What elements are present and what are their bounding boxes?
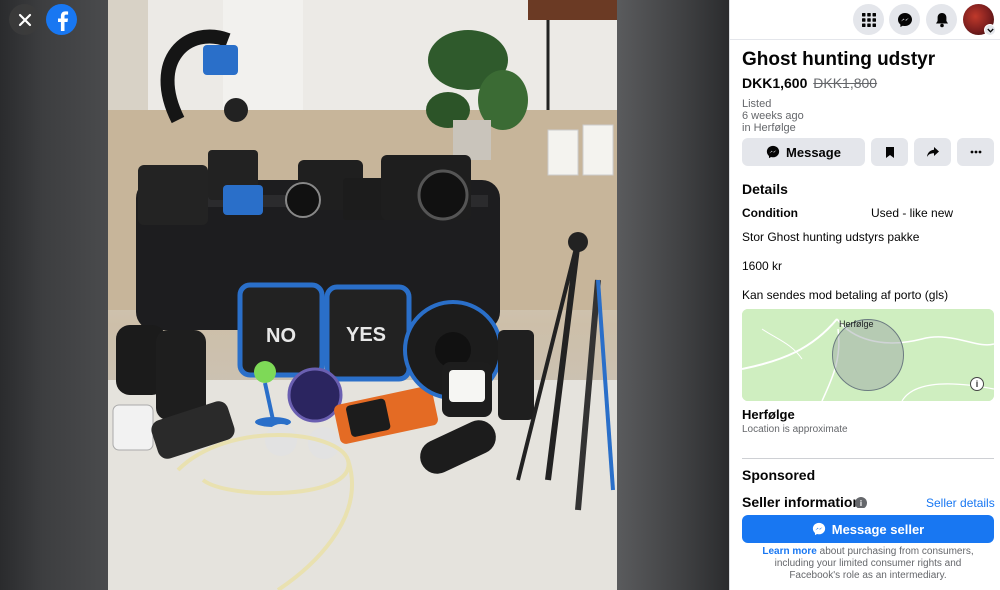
listed-location-link[interactable]: in Herfølge [742, 122, 994, 134]
message-seller-button[interactable]: Message seller [742, 515, 994, 543]
messenger-icon [812, 522, 825, 536]
close-viewer-button[interactable] [9, 4, 40, 35]
price-row: DKK1,600 DKK1,800 [742, 74, 994, 92]
listing-price: DKK1,600 [742, 75, 808, 91]
top-navigation-bar [730, 0, 1000, 40]
messenger-icon [897, 12, 912, 27]
menu-button[interactable] [853, 4, 884, 35]
bookmark-icon [885, 146, 894, 158]
divider [742, 458, 994, 459]
viewer-backdrop-left [0, 0, 108, 590]
share-icon [926, 147, 939, 157]
messenger-button[interactable] [889, 4, 920, 35]
chevron-down-icon [986, 28, 994, 33]
message-button[interactable]: Message [742, 138, 865, 166]
details-heading: Details [742, 181, 788, 197]
sticky-footer: Message seller Learn more about purchasi… [730, 508, 1000, 590]
map-info-icon[interactable]: i [970, 377, 984, 391]
facebook-logo-link[interactable] [46, 4, 77, 35]
message-button-label: Message [786, 144, 841, 160]
listing-title: Ghost hunting udstyr [742, 49, 936, 70]
description-line: 1600 kr [742, 259, 783, 273]
more-options-button[interactable] [957, 138, 994, 166]
save-button[interactable] [871, 138, 908, 166]
legal-notice: Learn more about purchasing from consume… [748, 546, 988, 582]
description-line: Kan sendes mod betaling af porto (gls) [742, 288, 949, 302]
description-line: Stor Ghost hunting udstyrs pakke [742, 230, 920, 244]
location-map[interactable]: Herfølge i [742, 309, 994, 401]
marketplace-listing-page: NO YES Ghost hunting udstyr DKK1,600 DKK… [0, 0, 1000, 590]
map-place-label: Herfølge [839, 319, 874, 329]
message-seller-label: Message seller [831, 521, 925, 537]
close-icon [18, 13, 31, 26]
photo-viewer: NO YES [0, 0, 729, 590]
location-note: Location is approximate [742, 424, 848, 435]
listing-actions: Message [742, 138, 994, 166]
sponsored-heading: Sponsored [742, 467, 816, 483]
facebook-logo-icon [57, 10, 68, 31]
messenger-icon [766, 145, 780, 159]
listing-photo[interactable]: NO YES [108, 0, 617, 590]
listing-photo-illustration: NO YES [108, 0, 617, 590]
share-button[interactable] [914, 138, 951, 166]
grid-menu-icon [861, 12, 876, 27]
location-name: Herfølge [742, 407, 795, 422]
more-icon [970, 150, 981, 154]
account-menu-caret[interactable] [984, 24, 996, 36]
learn-more-link[interactable]: Learn more [762, 546, 816, 557]
condition-value: Used - like new [871, 206, 954, 220]
listing-summary: Ghost hunting udstyr DKK1,600 DKK1,800 L… [742, 48, 994, 134]
svg-text:NO: NO [266, 325, 296, 347]
notifications-button[interactable] [926, 4, 957, 35]
listing-details-panel: Ghost hunting udstyr DKK1,600 DKK1,800 L… [729, 0, 1000, 590]
listing-original-price: DKK1,800 [813, 75, 878, 91]
bell-icon [935, 12, 948, 27]
listed-time: 6 weeks ago [742, 110, 804, 122]
approximate-location-circle [832, 319, 904, 391]
condition-label: Condition [742, 206, 798, 220]
viewer-backdrop-right [617, 0, 729, 590]
listed-label: Listed [742, 98, 772, 110]
svg-text:YES: YES [346, 324, 386, 346]
